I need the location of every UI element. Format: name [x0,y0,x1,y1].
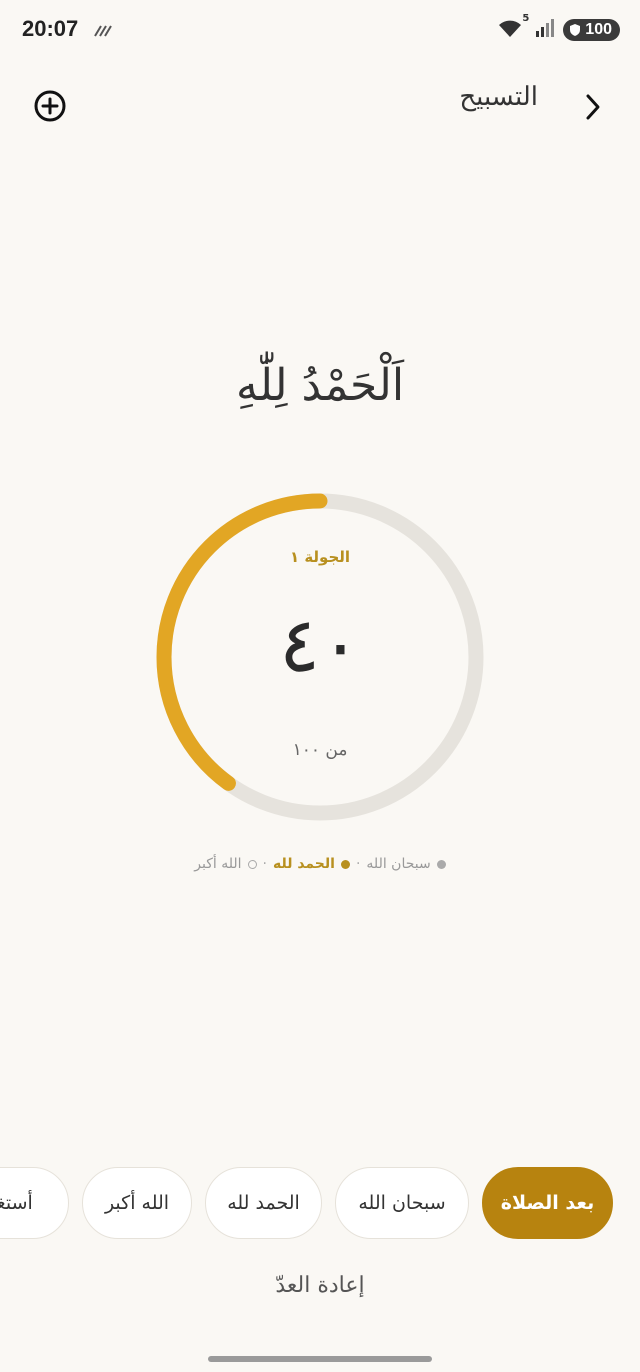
legend-label: سبحان الله [366,856,431,872]
chip-allahu-akbar[interactable]: الله أكبر [82,1167,192,1239]
home-indicator[interactable] [208,1356,432,1362]
status-bar: 20:07 5 100 [0,0,640,62]
count-value: ٤٠ [279,600,361,689]
back-button[interactable] [582,92,604,122]
battery-level: 100 [585,21,612,38]
chip-after-prayer[interactable]: بعد الصلاة [482,1167,613,1239]
pending-dot-icon [247,859,257,869]
chip-subhanallah[interactable]: سبحان الله [335,1167,469,1239]
add-button[interactable] [32,88,68,124]
plus-circle-icon [34,90,66,122]
chip-alhamdulillah[interactable]: الحمد لله [205,1167,322,1239]
status-icons: 5 100 [497,13,620,42]
data-saver-icon [94,22,112,41]
round-label: الجولة ١ [289,548,351,566]
legend-label: الله أكبر [194,856,242,872]
chevron-right-icon [586,94,600,120]
legend-item-active: الحمد لله [273,856,350,872]
sequence-legend: سبحان الله · الحمد لله · الله أكبر [0,856,640,872]
current-dhikr-text: اَلْحَمْدُ لِلّٰهِ [235,360,405,411]
legend-separator: · [355,856,361,872]
reset-button[interactable]: إعادة العدّ [0,1273,640,1298]
app-header: التسبيح [0,70,640,142]
wifi-icon: 5 [497,13,529,41]
network-badge: 5 [522,13,530,24]
battery-icon: 100 [563,19,620,41]
legend-label: الحمد لله [273,856,335,872]
legend-item-done: سبحان الله [366,856,446,872]
dhikr-chip-bar: بعد الصلاة سبحان الله الحمد لله الله أكب… [0,1167,640,1241]
chip-astaghfirullah[interactable]: أستغفر الله [0,1167,69,1239]
done-dot-icon [436,859,446,869]
status-time: 20:07 [22,16,79,41]
legend-item-pending: الله أكبر [194,856,257,872]
active-dot-icon [340,859,350,869]
legend-separator: · [262,856,267,872]
signal-icon [535,18,555,42]
count-total: من ١٠٠ [292,740,348,760]
page-title: التسبيح [459,82,538,112]
